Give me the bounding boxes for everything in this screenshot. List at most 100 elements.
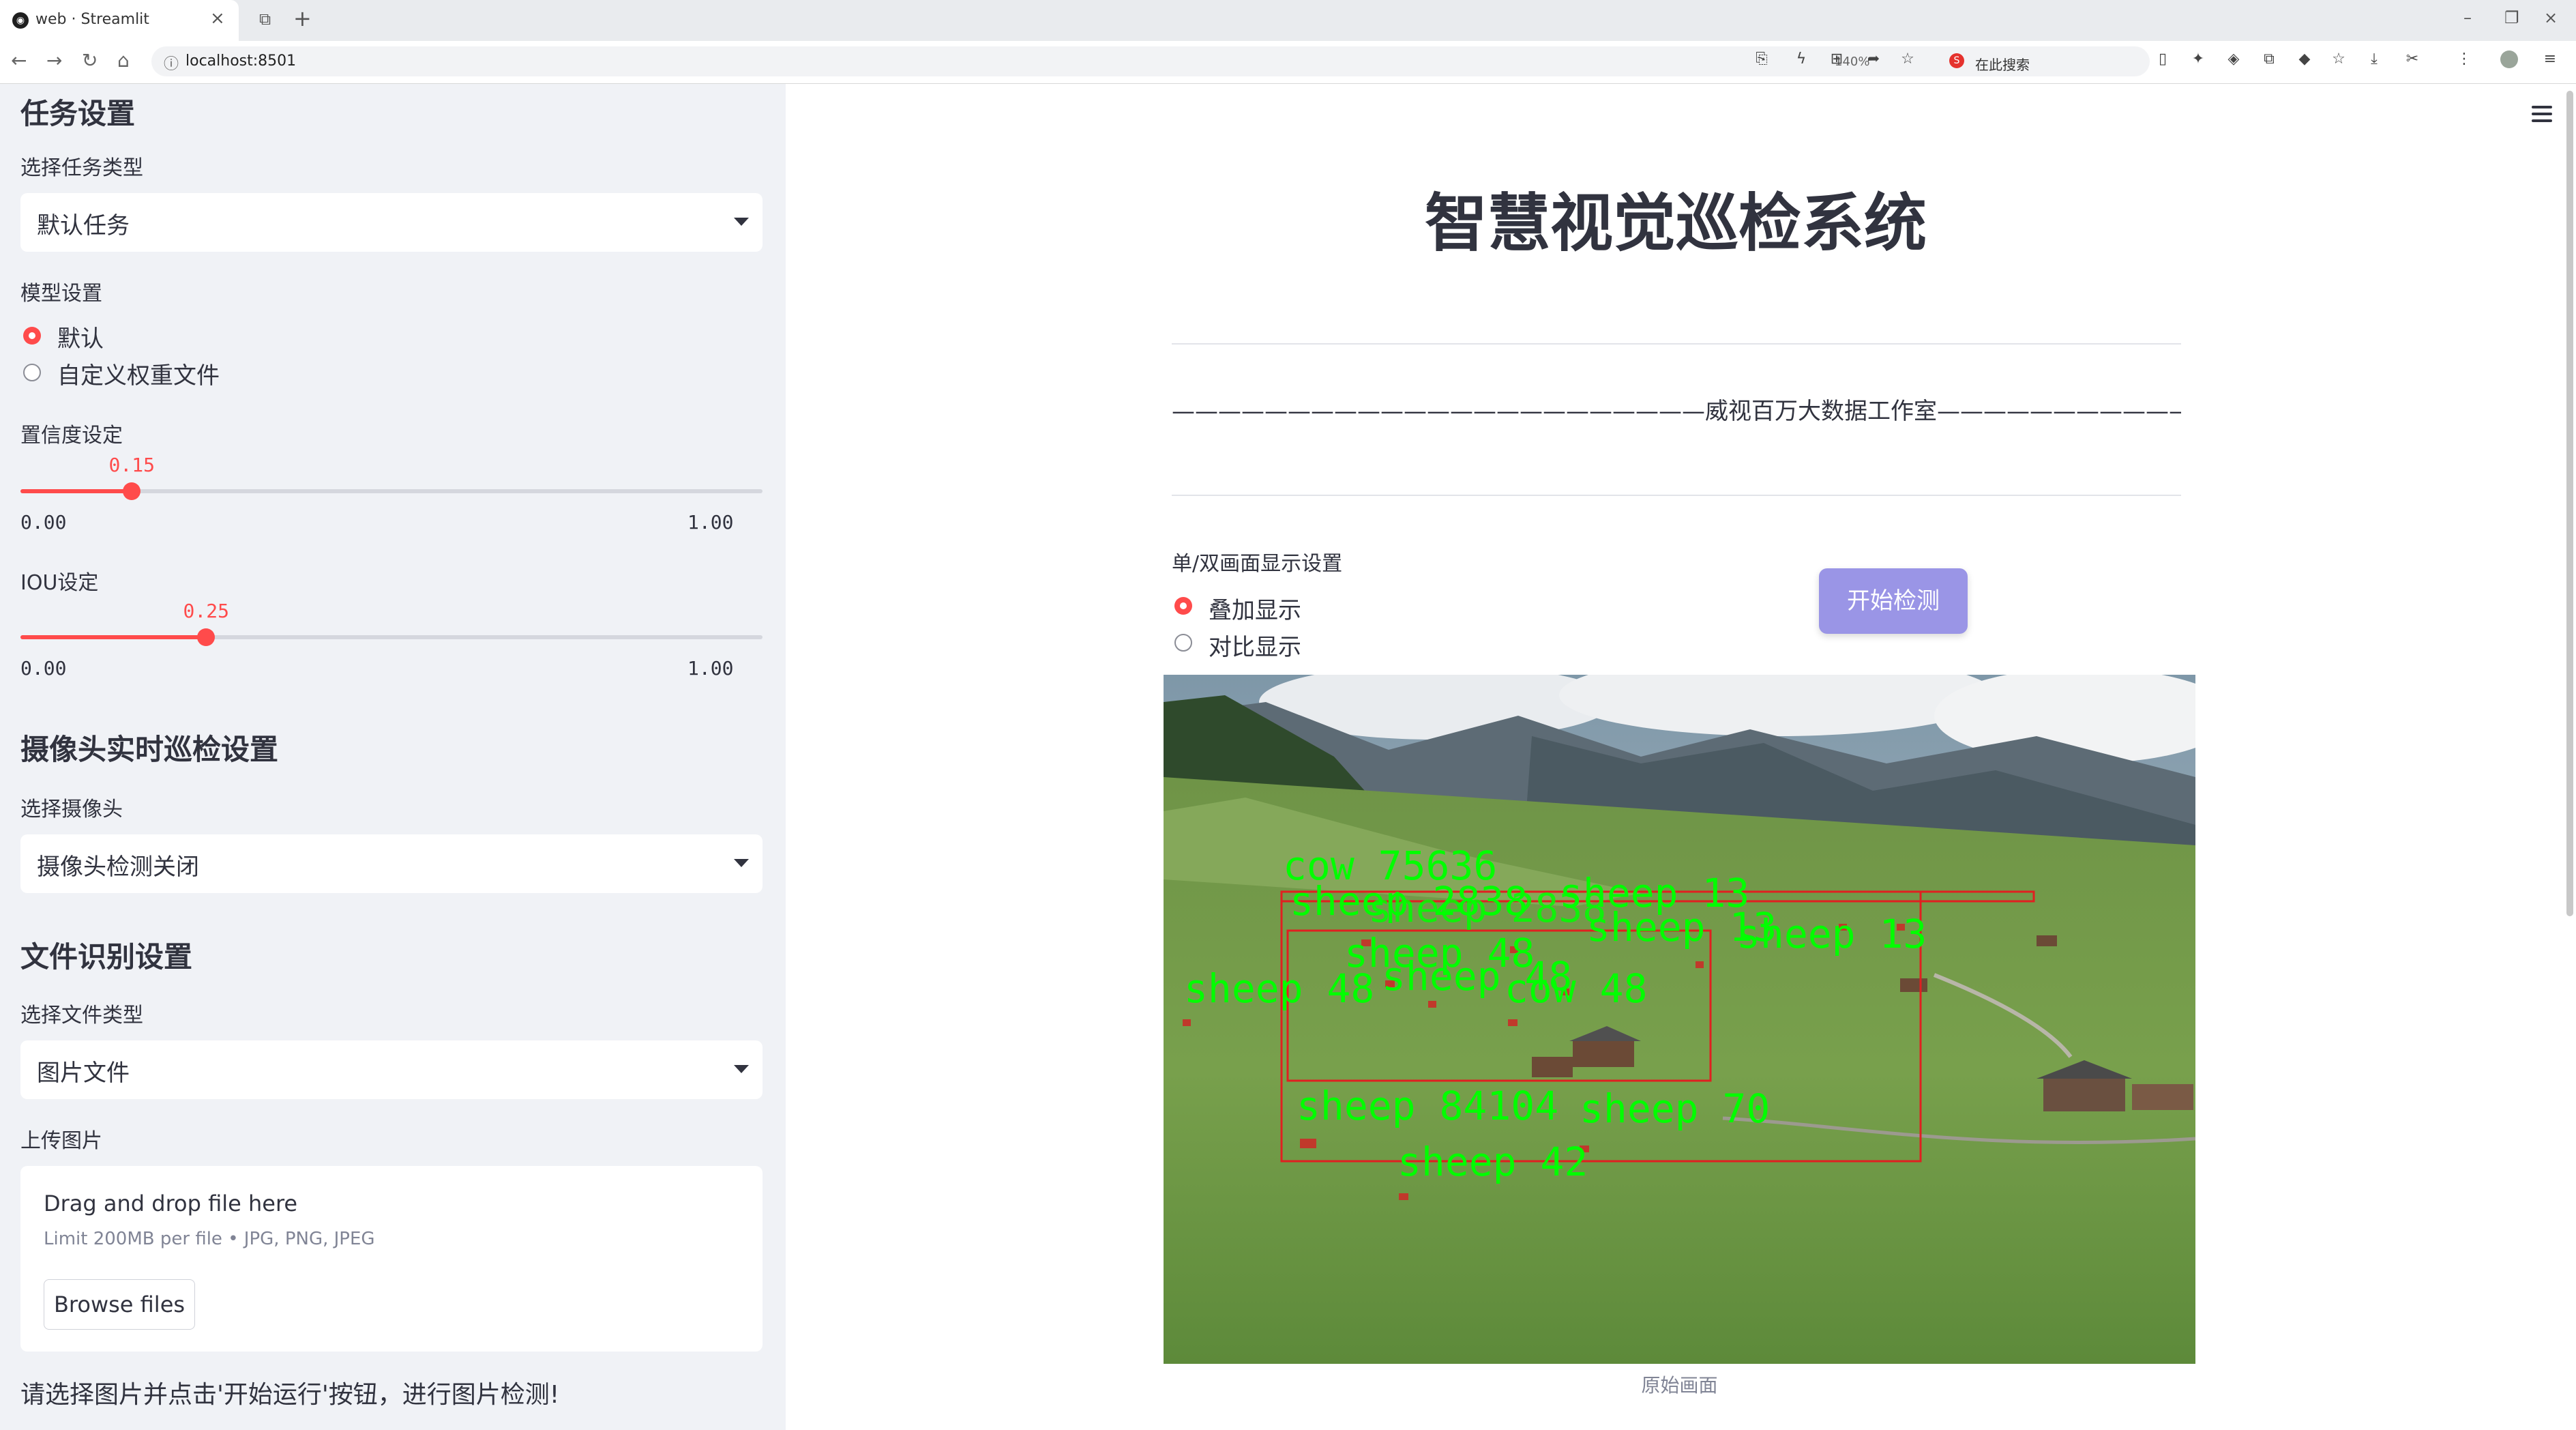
streamlit-favicon-icon: ◉ — [12, 12, 29, 29]
camera-select-label: 选择摄像头 — [20, 798, 123, 821]
share-icon[interactable]: ➦ — [1865, 50, 1882, 68]
translate-extension-icon[interactable]: ⧉ — [2260, 50, 2278, 68]
confidence-slider-thumb[interactable] — [123, 482, 140, 500]
url-field[interactable]: ⓘ localhost:8501 140% — [151, 46, 2150, 76]
confidence-max: 1.00 — [687, 511, 734, 534]
confidence-slider[interactable] — [20, 482, 763, 500]
chevron-down-icon — [734, 218, 749, 226]
url-text: localhost:8501 — [186, 53, 297, 70]
file-type-label: 选择文件类型 — [20, 1004, 143, 1027]
detection-label: sheep 42 — [1397, 1139, 1588, 1185]
iou-max: 1.00 — [687, 657, 734, 680]
iou-value: 0.25 — [183, 600, 229, 622]
forward-icon[interactable]: → — [46, 49, 62, 72]
download-icon[interactable]: ⤓ — [2365, 50, 2383, 68]
close-window-icon[interactable]: × — [2544, 8, 2558, 27]
home-icon[interactable]: ⌂ — [117, 49, 130, 72]
extension-puzzle-icon[interactable]: ◈ — [2225, 50, 2242, 68]
detection-label: cow 48 — [1505, 965, 1648, 1012]
confidence-label: 置信度设定 — [20, 424, 123, 448]
model-default-radio[interactable] — [23, 327, 41, 345]
tab-close-icon[interactable]: × — [210, 8, 225, 29]
dropzone-limit: Limit 200MB per file • JPG, PNG, JPEG — [44, 1229, 375, 1249]
phone-icon[interactable]: ▯ — [2154, 50, 2172, 68]
dropzone-title: Drag and drop file here — [44, 1191, 298, 1216]
confidence-slider-fill — [20, 489, 132, 493]
upload-label: 上传图片 — [20, 1129, 102, 1153]
bookmark-star-icon[interactable]: ☆ — [1899, 50, 1916, 68]
confidence-value: 0.15 — [108, 454, 155, 476]
page-title: 智慧视觉巡检系统 — [1424, 187, 1927, 260]
camera-select-value: 摄像头检测关闭 — [37, 853, 199, 881]
compare-display-label[interactable]: 对比显示 — [1209, 628, 1301, 662]
model-custom-radio[interactable] — [23, 364, 41, 381]
detection-label: sheep 13 — [1736, 911, 1927, 957]
iou-min: 0.00 — [20, 657, 67, 680]
site-info-icon[interactable]: ⓘ — [164, 52, 179, 74]
detection-image: cow 75636 sheep 2838 sheep 13 sheep 2838… — [1164, 675, 2195, 1364]
model-settings-label: 模型设置 — [20, 282, 102, 306]
new-tab-icon[interactable]: + — [293, 5, 312, 31]
search-engine-logo-icon: S — [1949, 53, 1964, 68]
browser-tab[interactable]: ◉ web · Streamlit × — [0, 0, 239, 41]
minimize-icon[interactable]: – — [2463, 8, 2472, 27]
detection-label: sheep 2838 — [1368, 885, 1606, 931]
ai-assistant-icon[interactable]: ✦ — [2189, 50, 2207, 68]
compare-display-radio[interactable] — [1174, 634, 1192, 652]
landscape-photo: cow 75636 sheep 2838 sheep 13 sheep 2838… — [1164, 675, 2195, 1364]
address-bar: ← → ↻ ⌂ ⓘ localhost:8501 140% ⎘ ϟ ⊞ ➦ ☆ … — [0, 41, 2576, 84]
divider — [1172, 343, 2181, 345]
detection-label: sheep 84104 — [1297, 1083, 1558, 1129]
browser-menu-icon[interactable]: ≡ — [2541, 50, 2559, 68]
file-type-value: 图片文件 — [37, 1060, 130, 1087]
iou-label: IOU设定 — [20, 571, 99, 595]
sidebar: 任务设置 选择任务类型 默认任务 模型设置 默认 自定义权重文件 置信度设定 0… — [0, 84, 786, 1430]
task-type-select[interactable]: 默认任务 — [20, 193, 763, 252]
studio-line: ———————————————————————威视百万大数据工作室———————… — [1172, 398, 2181, 425]
translate-icon[interactable]: ⎘ — [1753, 50, 1771, 68]
iou-slider[interactable] — [20, 628, 763, 646]
browse-files-button[interactable]: Browse files — [44, 1279, 195, 1330]
instruction-text: 请选择图片并点击'开始运行'按钮，进行图片检测! — [20, 1381, 560, 1409]
browser-search-box[interactable]: S 在此搜索 — [1938, 46, 2139, 76]
chevron-down-icon — [734, 859, 749, 867]
restore-icon[interactable]: ❐ — [2504, 8, 2519, 27]
camera-select[interactable]: 摄像头检测关闭 — [20, 834, 763, 893]
overlay-display-label[interactable]: 叠加显示 — [1209, 592, 1301, 625]
tab-search-icon[interactable]: ⧉ — [259, 10, 271, 29]
task-type-label: 选择任务类型 — [20, 156, 143, 180]
display-settings-label: 单/双画面显示设置 — [1172, 552, 1343, 576]
extension-icon[interactable]: ⊞ — [1828, 50, 1846, 68]
detection-label: sheep 48 — [1184, 965, 1374, 1012]
start-detection-button[interactable]: 开始检测 — [1819, 568, 1968, 634]
favorites-icon[interactable]: ☆ — [2330, 50, 2348, 68]
task-settings-heading: 任务设置 — [20, 97, 136, 130]
iou-slider-thumb[interactable] — [197, 628, 215, 646]
file-type-select[interactable]: 图片文件 — [20, 1040, 763, 1099]
more-options-icon[interactable]: ⋮ — [2455, 50, 2473, 68]
camera-settings-heading: 摄像头实时巡检设置 — [20, 733, 279, 766]
file-dropzone[interactable]: Drag and drop file here Limit 200MB per … — [20, 1166, 763, 1352]
iou-slider-fill — [20, 635, 206, 639]
browser-tab-bar: ◉ web · Streamlit × ⧉ + – ❐ × — [0, 0, 2576, 41]
main-content: 智慧视觉巡检系统 ———————————————————————威视百万大数据工… — [786, 84, 2576, 1430]
image-caption: 原始画面 — [1641, 1374, 1718, 1397]
app-extension-icon[interactable]: ◆ — [2296, 50, 2313, 68]
model-default-label[interactable]: 默认 — [57, 320, 104, 353]
back-icon[interactable]: ← — [11, 49, 27, 72]
profile-avatar[interactable] — [2500, 50, 2518, 68]
chevron-down-icon — [734, 1065, 749, 1073]
screenshot-icon[interactable]: ✂ — [2403, 50, 2421, 68]
tab-title: web · Streamlit — [35, 11, 149, 28]
task-type-value: 默认任务 — [37, 212, 130, 239]
scrollbar[interactable] — [2566, 91, 2573, 916]
confidence-min: 0.00 — [20, 511, 67, 534]
model-custom-label[interactable]: 自定义权重文件 — [57, 357, 220, 390]
lightning-icon[interactable]: ϟ — [1792, 50, 1810, 68]
overlay-display-radio[interactable] — [1174, 597, 1192, 615]
file-settings-heading: 文件识别设置 — [20, 940, 193, 974]
hamburger-menu-icon[interactable] — [2532, 106, 2552, 122]
search-placeholder: 在此搜索 — [1975, 57, 2030, 73]
divider — [1172, 495, 2181, 496]
reload-icon[interactable]: ↻ — [82, 49, 98, 72]
